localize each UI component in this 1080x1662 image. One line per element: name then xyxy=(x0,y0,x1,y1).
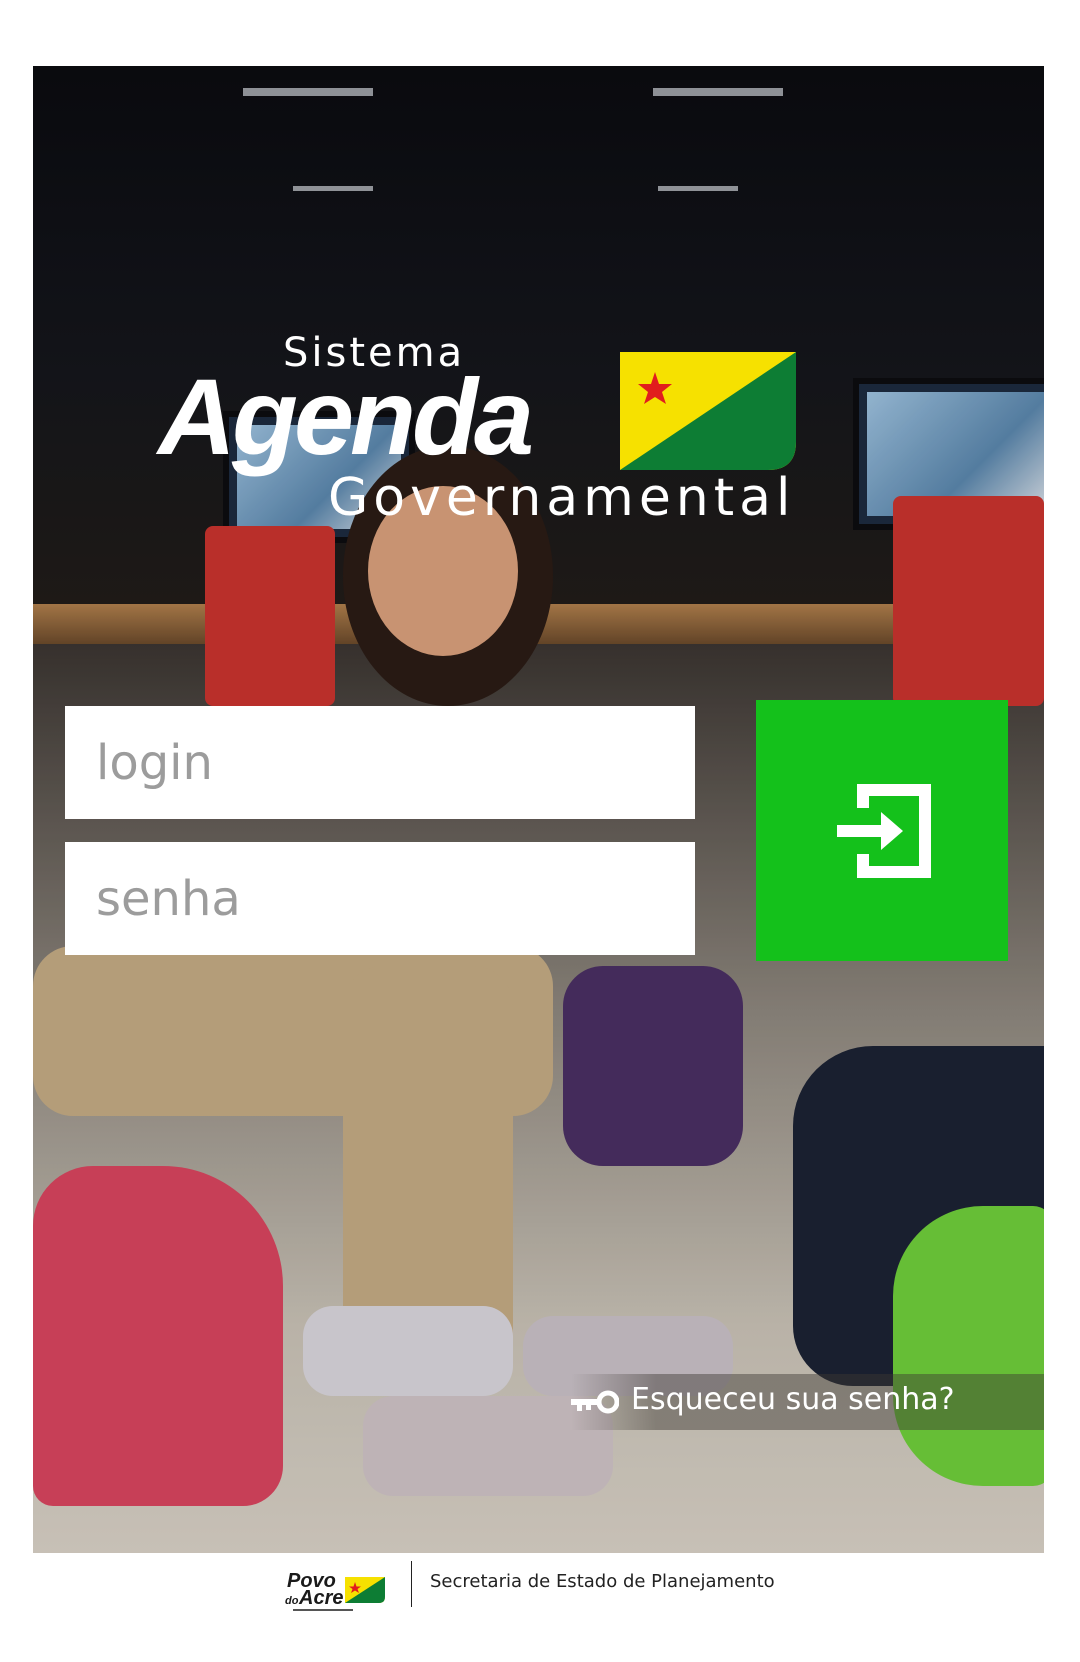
login-submit-button[interactable] xyxy=(756,700,1008,961)
forgot-password-link[interactable]: Esqueceu sua senha? xyxy=(571,1374,1044,1430)
logo-agenda-text: Agenda xyxy=(158,356,534,477)
password-input[interactable] xyxy=(65,842,695,955)
acre-flag-icon xyxy=(620,352,796,470)
key-icon xyxy=(571,1390,619,1414)
governo-acre-logo: Povo do Acre xyxy=(285,1570,385,1611)
logo-governamental-text: Governamental xyxy=(328,468,796,528)
forgot-password-label: Esqueceu sua senha? xyxy=(631,1382,955,1417)
login-input[interactable] xyxy=(65,706,695,819)
background-photo: Sistema Agenda Governamental Esqueceu su… xyxy=(33,66,1044,1553)
footer: Povo do Acre Secretaria de Estado de Pla… xyxy=(0,1553,1080,1662)
footer-org-name: Secretaria de Estado de Planejamento xyxy=(430,1571,775,1592)
app-logo: Sistema Agenda Governamental xyxy=(158,326,808,536)
logo-text-acre: Acre xyxy=(298,1587,343,1609)
footer-divider xyxy=(411,1561,412,1607)
logo-text-do: do xyxy=(285,1595,299,1607)
login-icon xyxy=(837,784,931,878)
